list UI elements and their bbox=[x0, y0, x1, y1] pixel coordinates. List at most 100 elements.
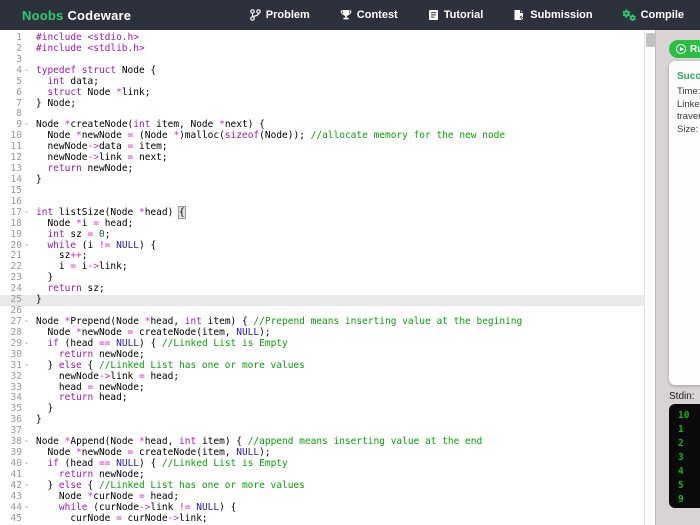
nav-item-problem[interactable]: Problem bbox=[250, 9, 310, 21]
token-txt: createNode( bbox=[70, 119, 133, 130]
code-line[interactable]: 2#include <stdlib.h> bbox=[0, 44, 655, 55]
code-line[interactable]: 13 return newNode; bbox=[0, 164, 655, 175]
nav-item-compile[interactable]: Compile bbox=[623, 9, 684, 21]
code-line[interactable]: 6 struct Node *link; bbox=[0, 88, 655, 99]
line-number[interactable]: 6 bbox=[0, 88, 22, 99]
token-txt bbox=[36, 458, 47, 469]
token-txt bbox=[36, 229, 47, 240]
book-icon bbox=[428, 9, 439, 21]
token-txt: link bbox=[110, 371, 139, 382]
nav-item-submission[interactable]: Submission bbox=[513, 9, 592, 21]
fold-marker[interactable]: - bbox=[22, 241, 31, 252]
nav-item-label: Submission bbox=[530, 9, 592, 21]
code-line[interactable]: 35 } bbox=[0, 404, 655, 415]
fold-marker[interactable]: - bbox=[22, 481, 31, 492]
code-text: } bbox=[31, 415, 42, 426]
token-op: == bbox=[99, 458, 110, 469]
token-txt: ); bbox=[259, 327, 270, 338]
token-txt: head; bbox=[145, 371, 179, 382]
nav-item-contest[interactable]: Contest bbox=[340, 9, 398, 21]
token-kw: return bbox=[47, 163, 81, 174]
line-number[interactable]: 5 bbox=[0, 77, 22, 88]
token-txt: newNode bbox=[82, 447, 128, 458]
token-op: -> bbox=[168, 513, 179, 524]
code-line[interactable]: 20- while (i != NULL) { bbox=[0, 241, 655, 252]
token-txt: Prepend(Node bbox=[70, 316, 144, 327]
fold-gutter bbox=[22, 175, 31, 186]
line-number[interactable]: 18 bbox=[0, 219, 22, 230]
stdin-value: 3 bbox=[678, 451, 700, 465]
code-line[interactable]: 7} Node; bbox=[0, 99, 655, 110]
token-txt: } bbox=[36, 360, 59, 371]
line-number[interactable]: 45 bbox=[0, 514, 22, 525]
token-txt: newNode; bbox=[82, 163, 133, 174]
brand-logo[interactable]: NoobsCodeware bbox=[22, 8, 131, 23]
token-txt: i bbox=[82, 218, 93, 229]
code-line[interactable]: 36} bbox=[0, 415, 655, 426]
fold-marker[interactable]: - bbox=[22, 459, 31, 470]
stdin-value: 4 bbox=[678, 465, 700, 479]
token-kw: while bbox=[47, 240, 76, 251]
token-txt: sz bbox=[65, 229, 88, 240]
fold-marker[interactable]: - bbox=[22, 317, 31, 328]
token-cm: //Linked List has one or more values bbox=[99, 480, 305, 491]
fold-marker[interactable]: - bbox=[22, 120, 31, 131]
line-number[interactable]: 19 bbox=[0, 230, 22, 241]
fold-gutter bbox=[22, 131, 31, 142]
fold-marker[interactable]: - bbox=[22, 437, 31, 448]
token-kw: int bbox=[36, 207, 53, 218]
token-txt: head; bbox=[93, 392, 127, 403]
run-button[interactable]: Run bbox=[669, 40, 700, 58]
code-text: } bbox=[31, 404, 53, 415]
fold-gutter bbox=[22, 219, 31, 230]
line-number[interactable]: 44 bbox=[0, 503, 22, 514]
token-txt: head; bbox=[145, 491, 179, 502]
code-line[interactable]: 45 curNode = curNode->link; bbox=[0, 514, 655, 525]
token-op: != bbox=[99, 240, 110, 251]
nav-item-tutorial[interactable]: Tutorial bbox=[428, 9, 484, 21]
result-line: Linked bbox=[677, 99, 700, 112]
code-line[interactable]: 15 bbox=[0, 186, 655, 197]
nav-item-label: Tutorial bbox=[444, 9, 484, 21]
token-txt: createNode(item, bbox=[133, 327, 236, 338]
token-txt: Node bbox=[36, 491, 87, 502]
token-txt bbox=[36, 502, 59, 513]
status-text: Success bbox=[677, 71, 700, 82]
line-number[interactable]: 32 bbox=[0, 372, 22, 383]
code-text: } Node; bbox=[31, 99, 76, 110]
code-line[interactable]: 22 i = i->link; bbox=[0, 262, 655, 273]
code-line[interactable]: 14} bbox=[0, 175, 655, 186]
token-txt bbox=[36, 87, 47, 98]
nav-item-label: Contest bbox=[357, 9, 398, 21]
code-editor[interactable]: 1#include <stdio.h>2#include <stdlib.h>3… bbox=[0, 30, 655, 525]
line-number[interactable]: 31 bbox=[0, 361, 22, 372]
stdin-input[interactable]: 10123459 bbox=[669, 404, 700, 508]
code-line[interactable]: 34 return head; bbox=[0, 393, 655, 404]
fold-gutter bbox=[22, 88, 31, 99]
line-number[interactable]: 43 bbox=[0, 492, 22, 503]
scrollbar-thumb[interactable] bbox=[646, 33, 655, 47]
token-txt: { bbox=[82, 360, 99, 371]
token-kw: int bbox=[185, 316, 202, 327]
editor-scrollbar[interactable] bbox=[644, 30, 655, 525]
fold-marker[interactable]: - bbox=[22, 208, 31, 219]
token-txt: (Node bbox=[133, 130, 173, 141]
token-txt: newNode bbox=[82, 327, 128, 338]
fold-marker[interactable]: - bbox=[22, 503, 31, 514]
result-line: Size: 1 bbox=[677, 124, 700, 137]
code-line[interactable]: 24 return sz; bbox=[0, 284, 655, 295]
fold-gutter bbox=[22, 415, 31, 426]
fold-marker[interactable]: - bbox=[22, 66, 31, 77]
fold-gutter bbox=[22, 142, 31, 153]
token-txt: { bbox=[82, 480, 99, 491]
token-txt: ); bbox=[259, 447, 270, 458]
token-txt: i bbox=[76, 261, 87, 272]
token-kw: struct bbox=[82, 65, 116, 76]
token-kw: sizeof bbox=[225, 130, 259, 141]
fold-marker[interactable]: - bbox=[22, 361, 31, 372]
fold-marker[interactable]: - bbox=[22, 339, 31, 350]
code-text: return newNode; bbox=[31, 164, 133, 175]
code-line[interactable]: 25} bbox=[0, 295, 655, 306]
result-lines: Time: 0LinkedtraversSize: 1 bbox=[677, 86, 700, 136]
token-txt: link bbox=[99, 152, 128, 163]
